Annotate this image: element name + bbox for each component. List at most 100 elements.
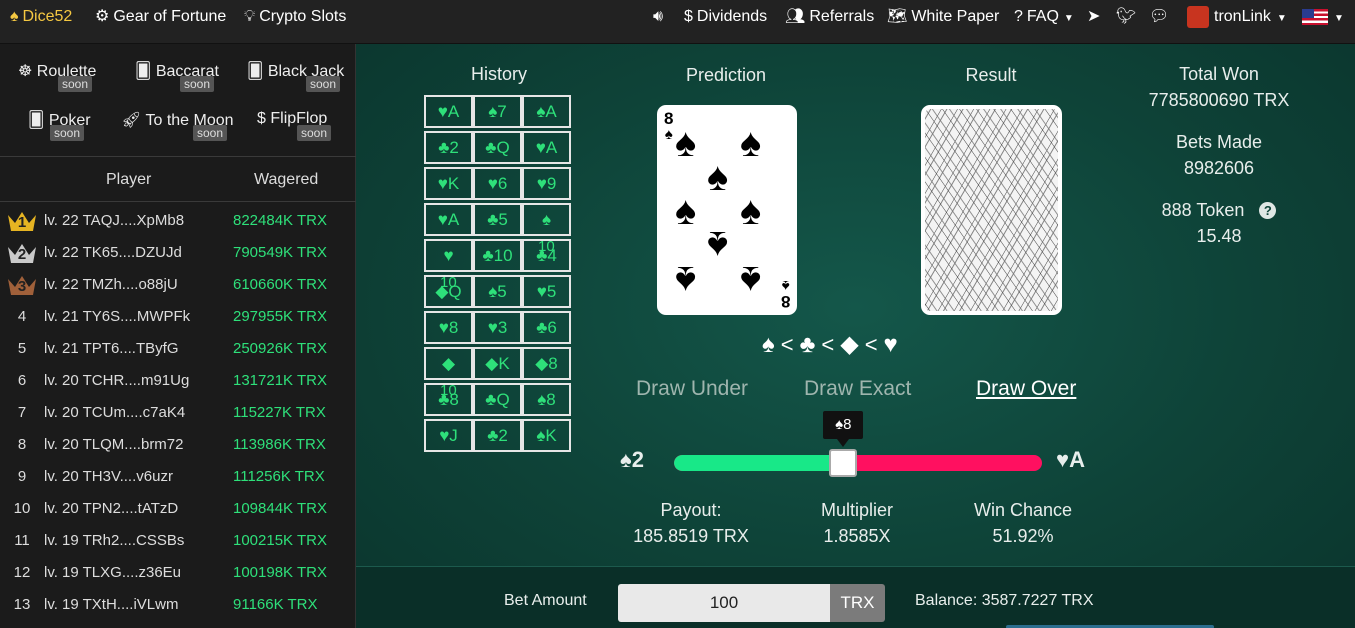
rank-number: 4 bbox=[17, 308, 27, 325]
card-corner-bottom: 8 ♠ bbox=[781, 277, 790, 311]
rank-number: 11 bbox=[14, 532, 30, 549]
history-card: ♣6 bbox=[536, 317, 557, 337]
help-icon[interactable]: ? bbox=[1259, 202, 1277, 219]
history-card: ♥K bbox=[437, 173, 460, 193]
nav-white-paper[interactable]: 🗺︎ White Paper bbox=[887, 0, 999, 34]
twitter-link[interactable]: 🐦︎ bbox=[1116, 0, 1136, 34]
draw-under-button[interactable]: Draw Under bbox=[636, 377, 748, 401]
draw-exact-button[interactable]: Draw Exact bbox=[804, 377, 911, 401]
wagered-amount: 790549K TRX bbox=[233, 244, 327, 261]
nav-referrals[interactable]: 👥︎ Referrals bbox=[785, 0, 874, 34]
card-slider-track[interactable] bbox=[674, 455, 1042, 471]
history-card: ◆Q bbox=[435, 281, 462, 301]
player-name: lv. 20 TLQM....brm72 bbox=[44, 436, 184, 453]
soon-badge: soon bbox=[306, 76, 341, 92]
history-card: ◆8 bbox=[535, 353, 558, 373]
total-won-label: Total Won bbox=[1179, 64, 1259, 84]
users-icon: 👥︎ bbox=[785, 8, 806, 25]
history-card: ◆ bbox=[441, 353, 456, 373]
wagered-column-header: Wagered bbox=[254, 171, 319, 188]
history-cell: ◆ 10 bbox=[424, 347, 473, 399]
history-cell: ♠7 bbox=[473, 95, 522, 128]
history-cell: ◆Q bbox=[424, 275, 473, 308]
language-dropdown[interactable]: ▼ bbox=[1302, 0, 1344, 34]
rank-number: 6 bbox=[17, 372, 27, 389]
game-area: History ♥A ♠7 ♠A ♣2 ♣Q ♥A ♥K ♥6 ♥9 ♥A ♣5 ♠ 10 ♥ 10 ♣10 ♣… bbox=[356, 44, 1355, 628]
slider-max-label: ♥A bbox=[1056, 447, 1085, 472]
bet-amount-label: Bet Amount bbox=[504, 592, 587, 609]
nav-dividends[interactable]: $ Dividends bbox=[684, 0, 767, 34]
left-sidebar: ☸ Roulette soon 🂠 Baccarat soon 🂠 Black … bbox=[0, 44, 356, 628]
sound-toggle[interactable]: 🔊︎ bbox=[653, 0, 663, 34]
history-cell: ♣6 bbox=[522, 311, 571, 344]
history-cell: ♥ 10 bbox=[424, 239, 473, 291]
bet-currency-label: TRX bbox=[830, 584, 885, 622]
wagered-amount: 297955K TRX bbox=[233, 308, 327, 325]
wagered-amount: 115227K TRX bbox=[233, 404, 326, 421]
history-card: ♥5 bbox=[536, 281, 557, 301]
draw-over-button[interactable]: Draw Over bbox=[976, 377, 1076, 401]
history-card: ♣5 bbox=[487, 209, 508, 229]
wagered-amount: 610660K TRX bbox=[233, 276, 327, 293]
cards-icon: 🂠 bbox=[247, 63, 264, 80]
soon-badge: soon bbox=[50, 125, 85, 141]
wagered-amount: 113986K TRX bbox=[233, 436, 326, 453]
history-cell: ♥3 bbox=[473, 311, 522, 344]
history-cell: ♥5 bbox=[522, 275, 571, 308]
bet-amount-input[interactable] bbox=[618, 584, 830, 622]
rank-number: 2 bbox=[17, 246, 27, 263]
nav-crypto-label: Crypto Slots bbox=[259, 8, 347, 25]
leaderboard-row: 2 lv. 22 TK65....DZUJd 790549K TRX bbox=[0, 237, 356, 269]
history-cell: ◆K bbox=[473, 347, 522, 380]
nav-gear-of-fortune[interactable]: ⚙ Gear of Fortune bbox=[95, 0, 226, 34]
caret-down-icon: ▼ bbox=[1276, 13, 1287, 24]
history-card: ♥A bbox=[535, 137, 558, 157]
caret-down-icon: ▼ bbox=[1063, 13, 1074, 24]
rank-number: 13 bbox=[13, 596, 31, 613]
history-card: ♠ bbox=[541, 209, 552, 229]
history-cell: ♥9 bbox=[522, 167, 571, 200]
result-title: Result bbox=[965, 65, 1017, 85]
balance-label: Balance: 3587.7227 TRX bbox=[915, 592, 1094, 609]
map-icon: 🗺︎ bbox=[887, 8, 908, 25]
wagered-amount: 100215K TRX bbox=[233, 532, 327, 549]
rank-number: 12 bbox=[13, 564, 31, 581]
bet-bar: Bet Amount TRX Balance: 3587.7227 TRX bbox=[356, 566, 1355, 628]
history-card: ♠5 bbox=[488, 281, 507, 301]
history-card: ♥6 bbox=[487, 173, 508, 193]
history-cell: ♠5 bbox=[473, 275, 522, 308]
nav-crypto-slots[interactable]: 💡︎ Crypto Slots bbox=[244, 0, 346, 34]
wallet-dropdown[interactable]: tronLink ▼ bbox=[1187, 0, 1287, 34]
wagered-amount: 109844K TRX bbox=[233, 500, 327, 517]
result-card-back bbox=[921, 105, 1062, 315]
coin-icon: $ bbox=[257, 110, 266, 127]
history-cell: ♥6 bbox=[473, 167, 522, 200]
rank-number: 3 bbox=[17, 278, 27, 295]
soon-badge: soon bbox=[297, 125, 332, 141]
soon-badge: soon bbox=[193, 125, 228, 141]
nav-faq-dropdown[interactable]: ? FAQ ▼ bbox=[1014, 0, 1074, 34]
rank-number: 9 bbox=[17, 468, 27, 485]
top-nav-bar: ♠ Dice52 ⚙ Gear of Fortune 💡︎ Crypto Slots … bbox=[0, 0, 1355, 44]
nav-faq-label: FAQ bbox=[1026, 8, 1059, 25]
history-cell: ♣Q bbox=[473, 131, 522, 164]
crown-icon: 2 bbox=[6, 241, 38, 265]
wechat-link[interactable]: 💬︎ bbox=[1149, 0, 1169, 34]
leaderboard-row: 9 lv. 20 TH3V....v6uzr 111256K TRX bbox=[0, 461, 356, 493]
history-card: ♥J bbox=[439, 425, 458, 445]
card-rank: 8 bbox=[664, 109, 674, 128]
history-title: History bbox=[470, 64, 527, 84]
slider-thumb[interactable] bbox=[829, 449, 858, 477]
history-card: ♣Q bbox=[485, 389, 510, 409]
brand-link[interactable]: ♠ Dice52 bbox=[10, 0, 72, 34]
gears-icon: ⚙ bbox=[95, 8, 110, 25]
history-cell: ♥J bbox=[424, 419, 473, 452]
telegram-icon: ➤ bbox=[1087, 8, 1101, 25]
rank-number: 10 bbox=[13, 500, 31, 517]
rank-number: 5 bbox=[17, 340, 27, 357]
card-suit: ♠ bbox=[781, 277, 790, 294]
tronlink-icon bbox=[1187, 5, 1209, 28]
less-than-sign: < bbox=[821, 332, 838, 357]
telegram-link[interactable]: ➤ bbox=[1087, 0, 1100, 34]
suit-icon: ♠ bbox=[762, 331, 778, 358]
